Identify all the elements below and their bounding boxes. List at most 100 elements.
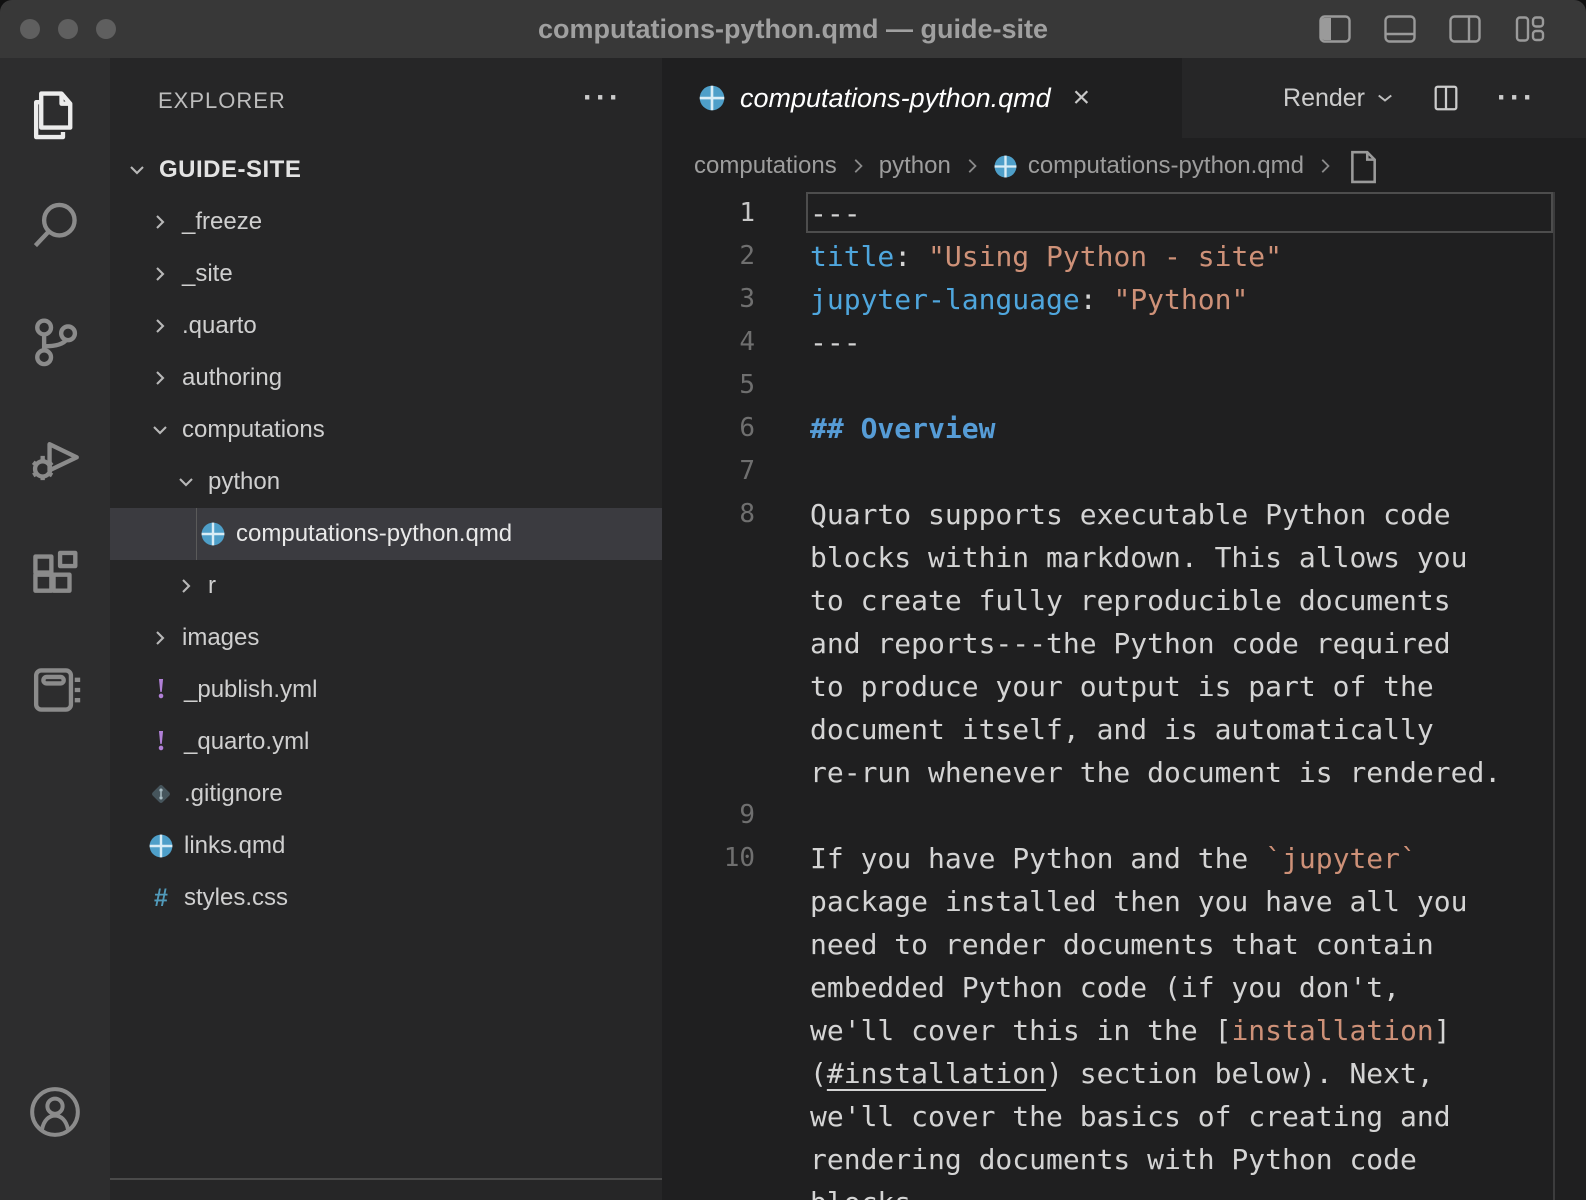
code-row: 7 (662, 450, 1586, 493)
tree-item-label: computations (182, 416, 325, 444)
code-line-text: to create fully reproducible documents (810, 579, 1451, 622)
code-row: 8Quarto supports executable Python code (662, 493, 1586, 536)
tab-computations-python[interactable]: computations-python.qmd × (662, 58, 1182, 138)
line-number (662, 751, 755, 794)
tree-item-label: .gitignore (184, 780, 283, 808)
symbol-file-icon (1346, 146, 1380, 186)
editor-more-actions-icon[interactable]: ··· (1497, 81, 1536, 115)
breadcrumb-item-computations[interactable]: computations (694, 152, 837, 180)
editor-tab-bar: computations-python.qmd × Render ··· (662, 58, 1586, 138)
vscode-window: computations-python.qmd — guide-site (0, 0, 1586, 1200)
tree-folder-r[interactable]: r (110, 560, 662, 612)
tree-folder--quarto[interactable]: .quarto (110, 300, 662, 352)
line-number: 3 (662, 278, 755, 321)
code-line-text: we'll cover this in the [installation] (810, 1009, 1451, 1052)
render-button[interactable]: Render (1283, 84, 1395, 113)
chevron-right-icon (148, 626, 172, 650)
tree-item-label: _publish.yml (184, 676, 317, 704)
code-line-text: and reports---the Python code required (810, 622, 1451, 665)
line-number (662, 880, 755, 923)
line-number (662, 1181, 755, 1200)
code-line-text: need to render documents that contain (810, 923, 1434, 966)
outline-divider[interactable] (110, 1178, 662, 1180)
tree-root-guide-site[interactable]: GUIDE-SITE (110, 144, 662, 196)
outline-section-header[interactable]: OUTLINE (110, 1186, 662, 1200)
tree-file--gitignore[interactable]: .gitignore (110, 768, 662, 820)
explorer-sidebar: EXPLORER ··· GUIDE-SITE _freeze_site.qua… (110, 58, 662, 1200)
tree-file-styles-css[interactable]: #styles.css (110, 872, 662, 924)
tree-item-label: links.qmd (184, 832, 285, 860)
code-line-text: to produce your output is part of the (810, 665, 1434, 708)
code-line-text: we'll cover the basics of creating and (810, 1095, 1451, 1138)
run-and-debug-icon[interactable] (0, 418, 110, 498)
code-line-text: (#installation) section below). Next, (810, 1052, 1434, 1095)
tab-close-icon[interactable]: × (1073, 83, 1091, 113)
explorer-icon[interactable] (0, 76, 110, 156)
chevron-down-icon (125, 158, 149, 182)
chevron-right-icon (847, 155, 869, 177)
breadcrumb-item-python[interactable]: python (879, 152, 951, 180)
code-row: and reports---the Python code required (662, 622, 1586, 665)
code-line-text: --- (810, 321, 861, 364)
code-line-text: document itself, and is automatically (810, 708, 1434, 751)
code-line-text: --- (810, 192, 861, 235)
code-row: 4--- (662, 321, 1586, 364)
yaml-file-icon: ! (148, 677, 174, 703)
code-row: we'll cover this in the [installation] (662, 1009, 1586, 1052)
line-number (662, 1095, 755, 1138)
source-control-icon[interactable] (0, 302, 110, 382)
line-number: 2 (662, 235, 755, 278)
breadcrumb-item-file[interactable]: computations-python.qmd (1028, 152, 1304, 180)
code-row: document itself, and is automatically (662, 708, 1586, 751)
explorer-title: EXPLORER (158, 58, 286, 144)
tree-folder-authoring[interactable]: authoring (110, 352, 662, 404)
quarto-file-icon (698, 84, 726, 112)
search-icon[interactable] (0, 186, 110, 266)
tree-file--quarto-yml[interactable]: ! _quarto.yml (110, 716, 662, 768)
extensions-icon[interactable] (0, 534, 110, 614)
chevron-down-icon (1375, 91, 1395, 105)
tree-item-label: python (208, 468, 280, 496)
code-line-text: If you have Python and the `jupyter` (810, 837, 1417, 880)
explorer-more-actions[interactable]: ··· (583, 58, 622, 144)
tree-item-label: _quarto.yml (184, 728, 309, 756)
split-editor-icon[interactable] (1431, 83, 1461, 113)
toggle-sidebar-icon[interactable] (1319, 15, 1351, 43)
chevron-right-icon (148, 210, 172, 234)
line-number: 10 (662, 837, 755, 880)
notebook-icon[interactable] (0, 650, 110, 730)
tree-file-links-qmd[interactable]: links.qmd (110, 820, 662, 872)
tree-item-label: computations-python.qmd (236, 520, 512, 548)
code-row: 6## Overview (662, 407, 1586, 450)
line-number: 5 (662, 364, 755, 407)
code-row: embedded Python code (if you don't, (662, 966, 1586, 1009)
toggle-secondary-sidebar-icon[interactable] (1449, 15, 1481, 43)
code-row: we'll cover the basics of creating and (662, 1095, 1586, 1138)
code-row: blocks within markdown. This allows you (662, 536, 1586, 579)
yaml-file-icon: ! (148, 729, 174, 755)
tree-folder--freeze[interactable]: _freeze (110, 196, 662, 248)
account-icon[interactable] (0, 1072, 110, 1152)
tree-folder-images[interactable]: images (110, 612, 662, 664)
code-row: 5 (662, 364, 1586, 407)
code-line-text: package installed then you have all you (810, 880, 1467, 923)
chevron-right-icon (1314, 155, 1336, 177)
code-line-text: title: "Using Python - site" (810, 235, 1282, 278)
editor-scrollbar[interactable] (1553, 192, 1555, 1200)
editor-code-area[interactable]: 1---2title: "Using Python - site"3jupyte… (662, 192, 1586, 1200)
line-number (662, 1138, 755, 1181)
code-line-text: jupyter-language: "Python" (810, 278, 1248, 321)
customize-layout-icon[interactable] (1514, 15, 1546, 43)
tree-file--publish-yml[interactable]: ! _publish.yml (110, 664, 662, 716)
chevron-right-icon (148, 314, 172, 338)
code-line-text: embedded Python code (if you don't, (810, 966, 1400, 1009)
toggle-panel-icon[interactable] (1384, 15, 1416, 43)
code-line-text: re-run whenever the document is rendered… (810, 751, 1501, 794)
tree-folder--site[interactable]: _site (110, 248, 662, 300)
tree-folder-computations[interactable]: computations (110, 404, 662, 456)
css-file-icon: # (148, 885, 174, 911)
tree-folder-python[interactable]: python (110, 456, 662, 508)
code-line-text: Quarto supports executable Python code (810, 493, 1451, 536)
tree-file-computations-python-qmd[interactable]: computations-python.qmd (110, 508, 662, 560)
tree-item-label: images (182, 624, 259, 652)
